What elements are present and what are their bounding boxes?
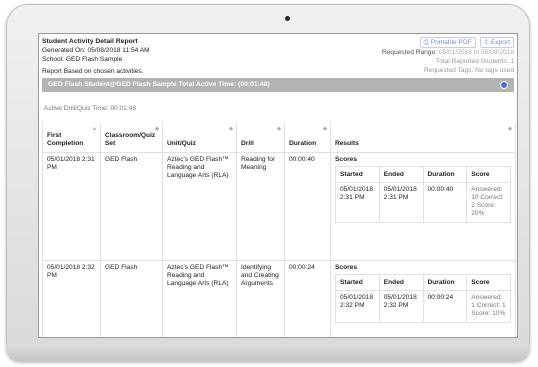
scores-col-score: Score: [466, 273, 511, 291]
cell-first-completion: 05/01/2018 2:31 PM: [42, 151, 101, 261]
pdf-label: Printable PDF: [430, 39, 472, 46]
sort-icon: ▲: [92, 126, 97, 132]
cell-results: Scores Started Ended Duration Score 05/0…: [330, 259, 516, 337]
table-row: 05/01/2018 2:32 PM GED Flash Aztec's GED…: [42, 259, 516, 337]
sort-icon: ◆: [323, 126, 327, 132]
scores-header-row: Started Ended Duration Score: [335, 273, 511, 291]
activity-table-wrapper: ▲ First Completion ◆ Classroom/Quiz Set ◆ U…: [42, 122, 516, 337]
col-label: First Completion: [47, 131, 84, 147]
sort-icon: ◆: [155, 126, 159, 132]
col-label: Classroom/Quiz Set: [105, 131, 156, 147]
cell-first-completion: 05/01/2018 2:32 PM: [42, 259, 101, 337]
sort-icon: ◆: [508, 126, 512, 132]
cell-duration: 00:00:24: [284, 259, 331, 337]
scores-col-duration: Duration: [422, 273, 468, 291]
cell-drill: Identifying and Creating Arguments: [236, 259, 285, 337]
cell-set: GED Flash: [100, 151, 163, 261]
col-label: Duration: [289, 139, 317, 147]
device-base: [6, 344, 530, 362]
col-label: Unit/Quiz: [167, 139, 196, 147]
col-results[interactable]: ◆ Results: [330, 122, 516, 153]
export-button[interactable]: ⇪ Export: [479, 37, 514, 48]
scores-row: 05/01/2018 2:32 PM 05/01/2018 2:32 PM 00…: [335, 289, 511, 323]
report-tools: ⎙ Printable PDF ⇪ Export: [382, 37, 514, 48]
active-time: Active Drill/Quiz Time: 00:01:48: [44, 105, 136, 112]
report-meta: ⎙ Printable PDF ⇪ Export Requested Range…: [382, 37, 514, 75]
table-header-row: ▲ First Completion ◆ Classroom/Quiz Set ◆ U…: [42, 122, 516, 153]
scores-header-row: Started Ended Duration Score: [335, 165, 511, 183]
scores-label: Scores: [335, 263, 357, 271]
col-label: Drill: [241, 139, 254, 147]
scores-col-duration: Duration: [422, 165, 468, 183]
cell-unit: Aztec's GED Flash™ Reading and Language …: [162, 151, 237, 261]
score-started: 05/01/2018 2:31 PM: [335, 181, 380, 223]
scores-table: Started Ended Duration Score 05/01/2018 …: [335, 165, 511, 223]
camera-icon: [285, 16, 290, 21]
col-unit-quiz[interactable]: ◆ Unit/Quiz: [162, 122, 237, 153]
score-duration: 00:00:40: [422, 181, 468, 223]
collapse-toggle-icon[interactable]: [500, 81, 508, 89]
col-label: Results: [335, 139, 359, 147]
sort-icon: ◆: [229, 126, 233, 132]
col-duration[interactable]: ◆ Duration: [284, 122, 331, 153]
cell-set: GED Flash: [100, 259, 163, 337]
section-title: GED Flash Student@GED Flash Sample Total…: [48, 81, 270, 88]
scores-label: Scores: [335, 155, 357, 163]
screen: Student Activity Detail Report Generated…: [38, 33, 518, 338]
scores-col-started: Started: [335, 273, 380, 291]
cell-duration: 00:00:40: [284, 151, 331, 261]
student-section-header[interactable]: GED Flash Student@GED Flash Sample Total…: [42, 78, 514, 92]
printable-pdf-button[interactable]: ⎙ Printable PDF: [419, 37, 476, 48]
col-first-completion[interactable]: ▲ First Completion: [42, 122, 101, 153]
cell-unit: Aztec's GED Flash™ Reading and Language …: [162, 259, 237, 337]
scores-col-score: Score: [466, 165, 511, 183]
cell-drill: Reading for Meaning: [236, 151, 285, 261]
score-ended: 05/01/2018 2:32 PM: [378, 289, 424, 323]
export-label: Export: [490, 39, 510, 46]
scores-col-started: Started: [335, 165, 380, 183]
score-value: Answered: 10 Correct: 2 Score: 20%: [466, 181, 511, 223]
activity-table: ▲ First Completion ◆ Classroom/Quiz Set ◆ U…: [42, 122, 516, 337]
scores-col-ended: Ended: [378, 165, 424, 183]
requested-range-value: 05/01/2018 to 05/08/2018: [438, 49, 514, 56]
table-row: 05/01/2018 2:31 PM GED Flash Aztec's GED…: [42, 151, 516, 261]
scores-col-ended: Ended: [378, 273, 424, 291]
col-drill[interactable]: ◆ Drill: [236, 122, 285, 153]
requested-range: Requested Range: 05/01/2018 to 05/08/201…: [382, 48, 514, 57]
scores-table: Started Ended Duration Score 05/01/2018 …: [335, 273, 511, 323]
col-classroom-set[interactable]: ◆ Classroom/Quiz Set: [100, 122, 163, 153]
requested-range-label: Requested Range:: [381, 49, 437, 56]
score-started: 05/01/2018 2:32 PM: [335, 289, 380, 323]
score-duration: 00:00:24: [422, 289, 468, 323]
requested-tags: Requested Tags: No tags used: [423, 67, 514, 74]
cell-results: Scores Started Ended Duration Score 05/0…: [330, 151, 516, 261]
score-value: Answered: 1 Correct: 1 Score: 10%: [466, 289, 511, 323]
sort-icon: ◆: [277, 126, 281, 132]
scores-row: 05/01/2018 2:31 PM 05/01/2018 2:31 PM 00…: [335, 181, 511, 223]
total-students: Total Reported Students: 1: [435, 58, 514, 65]
score-ended: 05/01/2018 2:31 PM: [378, 181, 424, 223]
